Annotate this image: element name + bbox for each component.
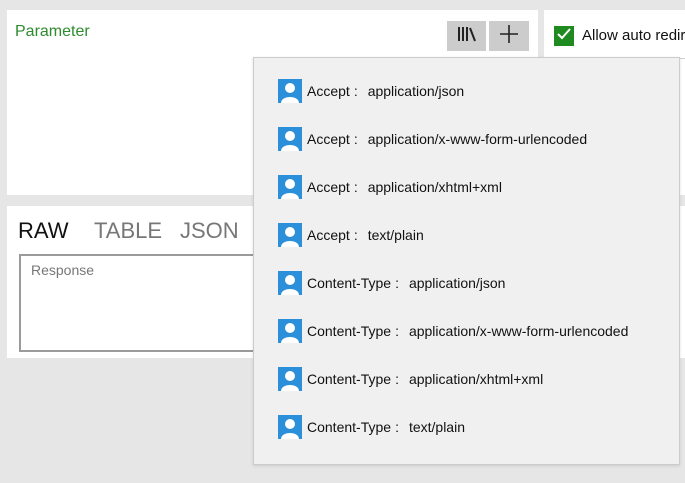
dropdown-item-separator: : <box>353 227 358 243</box>
dropdown-item-key: Content-Type <box>307 323 392 339</box>
tab-json[interactable]: JSON <box>180 218 239 244</box>
user-icon <box>278 79 302 103</box>
checkmark-icon <box>556 27 572 46</box>
user-icon <box>278 319 302 343</box>
tab-raw[interactable]: RAW <box>18 218 69 244</box>
response-placeholder: Response <box>31 262 95 278</box>
dropdown-item-value: application/xhtml+xml <box>408 371 544 387</box>
dropdown-item-key: Accept <box>307 227 350 243</box>
tab-table[interactable]: TABLE <box>94 218 162 244</box>
user-icon <box>278 271 302 295</box>
dropdown-item[interactable]: Accept: application/x-www-form-urlencoded <box>278 127 587 151</box>
user-icon <box>278 415 302 439</box>
dropdown-item[interactable]: Accept: application/xhtml+xml <box>278 175 502 199</box>
dropdown-item-key: Accept <box>307 179 350 195</box>
plus-icon <box>499 24 519 49</box>
dropdown-item-separator: : <box>353 131 358 147</box>
dropdown-item-value: application/json <box>408 275 506 291</box>
user-icon <box>278 223 302 247</box>
dropdown-item[interactable]: Accept: application/json <box>278 79 464 103</box>
dropdown-item[interactable]: Content-Type: application/xhtml+xml <box>278 367 543 391</box>
user-icon <box>278 367 302 391</box>
dropdown-item-value: text/plain <box>408 419 465 435</box>
dropdown-item-key: Accept <box>307 131 350 147</box>
dropdown-item-value: application/xhtml+xml <box>367 179 502 195</box>
dropdown-item-separator: : <box>395 419 399 435</box>
dropdown-item[interactable]: Content-Type: application/x-www-form-urle… <box>278 319 628 343</box>
library-books-icon <box>457 25 477 48</box>
add-parameter-button[interactable] <box>489 21 529 51</box>
dropdown-item-value: application/x-www-form-urlencoded <box>367 131 588 147</box>
parameter-title: Parameter <box>15 23 90 40</box>
user-icon <box>278 175 302 199</box>
dropdown-item-separator: : <box>353 179 358 195</box>
dropdown-item-value: application/json <box>367 83 465 99</box>
dropdown-item-separator: : <box>395 275 399 291</box>
allow-auto-redirect-checkbox[interactable] <box>554 26 574 46</box>
dropdown-item-key: Accept <box>307 83 350 99</box>
dropdown-item-value: application/x-www-form-urlencoded <box>408 323 629 339</box>
dropdown-item-separator: : <box>395 371 399 387</box>
dropdown-item-key: Content-Type <box>307 419 392 435</box>
allow-auto-redirect-label: Allow auto redir <box>582 27 685 44</box>
dropdown-item-value: text/plain <box>367 227 424 243</box>
dropdown-item-separator: : <box>353 83 358 99</box>
dropdown-item-key: Content-Type <box>307 275 392 291</box>
user-icon <box>278 127 302 151</box>
dropdown-item-separator: : <box>395 323 399 339</box>
dropdown-item[interactable]: Content-Type: text/plain <box>278 415 465 439</box>
dropdown-item[interactable]: Content-Type: application/json <box>278 271 505 295</box>
dropdown-item[interactable]: Accept: text/plain <box>278 223 424 247</box>
library-button[interactable] <box>447 21 486 51</box>
dropdown-item-key: Content-Type <box>307 371 392 387</box>
header-suggestions-dropdown: Accept: application/json Accept: applicatio… <box>253 57 680 465</box>
